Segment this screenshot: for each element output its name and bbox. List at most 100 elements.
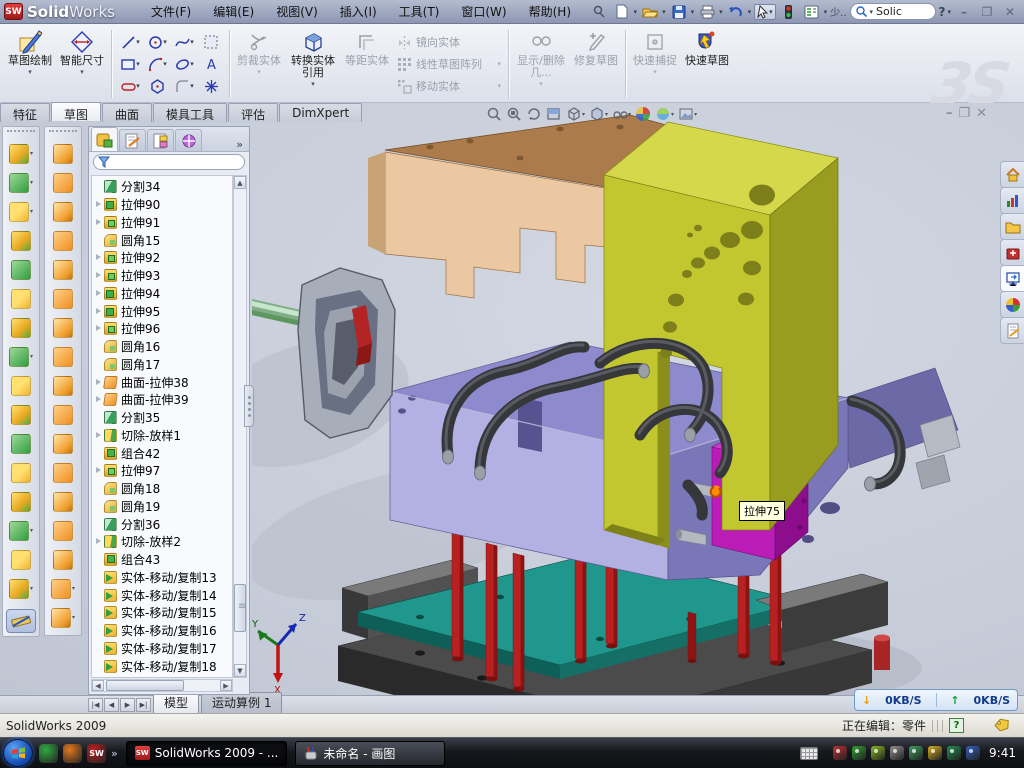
taskpane-resources-tab[interactable] [1000, 161, 1024, 188]
toolbar-drag-handle[interactable] [49, 130, 77, 136]
ribbon-tab-1[interactable]: 草图 [51, 102, 101, 121]
headsup-zoom-fit-button[interactable] [486, 106, 502, 122]
tree-item[interactable]: 实体-移动/复制15 [92, 604, 232, 622]
text-tool-icon[interactable]: A [198, 54, 224, 75]
quick-launch-messenger-icon[interactable] [39, 744, 58, 763]
scroll-right-icon[interactable]: ▶ [220, 680, 232, 691]
expand-arrow-icon[interactable] [94, 253, 103, 262]
tool-untrim-surface-button[interactable] [45, 487, 81, 516]
doc-minimize-icon[interactable]: – [946, 107, 953, 121]
tool-extruded-boss-button[interactable]: ▾ [3, 139, 39, 168]
tab-dimxpertmanager[interactable] [175, 129, 202, 151]
rectangle-tool-icon[interactable]: ▾ [117, 54, 143, 75]
taskbar-window-1[interactable]: 未命名 - 画图 [295, 741, 445, 766]
expand-arrow-icon[interactable] [94, 200, 103, 209]
doc-restore-icon[interactable]: ❐ [959, 107, 971, 121]
print-icon[interactable] [697, 2, 717, 21]
tool-knit-surface-button[interactable] [45, 545, 81, 574]
sketch-fillet-tool-icon[interactable]: ▾ [171, 76, 197, 97]
tree-item[interactable]: 实体-移动/复制13 [92, 569, 232, 587]
model-3d-view[interactable]: Y Z X [252, 103, 1024, 695]
headsup-view-orientation-button[interactable]: ▾ [566, 106, 585, 122]
taskpane-view-palette-tab[interactable] [1000, 265, 1024, 292]
tool-extruded-cut-button[interactable]: ▾ [3, 168, 39, 197]
repair-sketch-button[interactable]: 修复草图 [570, 26, 622, 102]
tool-thicken-button[interactable] [45, 516, 81, 545]
tool-boundary-surface-button[interactable] [45, 226, 81, 255]
status-help-button[interactable]: ? [949, 718, 964, 733]
last-tab-icon[interactable]: ▶| [136, 698, 151, 712]
tool-rib-button[interactable] [3, 400, 39, 429]
new-file-dropdown[interactable]: ▾ [634, 8, 638, 16]
scroll-left-icon[interactable]: ◀ [92, 680, 104, 691]
prev-tab-icon[interactable]: ◀ [104, 698, 119, 712]
tool-delete-face-button[interactable] [45, 371, 81, 400]
select-tool-button[interactable]: ▾ [754, 4, 776, 20]
move-entities-button[interactable]: 移动实体▾ [393, 76, 505, 96]
tool-lofted-boss-button[interactable] [3, 226, 39, 255]
point-tool-icon[interactable] [198, 76, 224, 97]
headsup-display-style-button[interactable]: ▾ [589, 106, 608, 122]
tab-featuremanager-tree[interactable] [91, 127, 118, 151]
expand-arrow-icon[interactable] [94, 537, 103, 546]
select-region-icon[interactable] [198, 32, 224, 53]
tool-trim-surface-button[interactable] [45, 458, 81, 487]
ribbon-tab-3[interactable]: 模具工具 [153, 103, 227, 122]
convert-entities-button[interactable]: 转换实体引用 ▾ [285, 26, 341, 102]
tree-item[interactable]: 实体-移动/复制17 [92, 640, 232, 658]
tray-alert-icon[interactable] [928, 746, 942, 760]
ribbon-tab-5[interactable]: DimXpert [279, 103, 362, 122]
tree-item[interactable]: 切除-放样2 [92, 533, 232, 551]
tool-mirror-button[interactable] [3, 371, 39, 400]
quick-snaps-button[interactable]: 快速捕捉 ▾ [629, 26, 681, 102]
graphics-area[interactable]: Y Z X ▾▾▾▾▾ – ❐ ✕ » [0, 103, 1024, 695]
linear-sketch-pattern-button[interactable]: 线性草图阵列▾ [393, 54, 505, 74]
scroll-down-icon[interactable]: ▼ [234, 664, 246, 677]
mirror-entities-button[interactable]: 镜向实体 [393, 32, 505, 52]
tree-item[interactable]: 分割36 [92, 515, 232, 533]
menu-item-3[interactable]: 插入(I) [330, 0, 387, 23]
smart-dimension-button[interactable]: 智能尺寸 ▾ [56, 26, 108, 102]
taskpane-design-library-tab[interactable] [1000, 187, 1024, 214]
headsup-apply-scene-button[interactable]: ▾ [655, 106, 674, 122]
scroll-up-icon[interactable]: ▲ [234, 176, 246, 189]
taskbar-window-0[interactable]: SWSolidWorks 2009 - ... [126, 741, 288, 766]
flyout-arrow-icon[interactable]: ▾ [30, 150, 33, 157]
circle-tool-icon[interactable]: ▾ [144, 32, 170, 53]
tray-shield-plus-icon[interactable] [947, 746, 961, 760]
quick-launch-solidworks-icon[interactable]: SW [87, 744, 106, 763]
tool-instant3d-button[interactable]: ▾ [3, 516, 39, 545]
tree-item[interactable]: 组合43 [92, 551, 232, 569]
tree-item[interactable]: 拉伸97 [92, 462, 232, 480]
next-tab-icon[interactable]: ▶ [120, 698, 135, 712]
panel-splitter-handle[interactable] [244, 385, 254, 427]
tree-horizontal-scrollbar[interactable]: ◀ ▶ [91, 679, 233, 692]
tree-item[interactable]: 拉伸91 [92, 214, 232, 232]
open-file-icon[interactable] [640, 2, 660, 21]
headsup-section-view-button[interactable] [546, 106, 562, 122]
tool-plane-button[interactable] [3, 545, 39, 574]
tool-filled-surface-button[interactable] [45, 255, 81, 284]
tree-item[interactable]: 拉伸92 [92, 249, 232, 267]
menu-item-1[interactable]: 编辑(E) [203, 0, 264, 23]
flyout-arrow-icon[interactable]: ▾ [30, 179, 33, 186]
tray-antivirus-icon[interactable] [833, 746, 847, 760]
tree-item[interactable]: 实体-移动/复制14 [92, 586, 232, 604]
tool-boundary-boss-button[interactable] [3, 255, 39, 284]
expand-arrow-icon[interactable] [94, 271, 103, 280]
display-delete-relations-button[interactable]: 显示/删除几... ▾ [512, 26, 570, 102]
expand-arrow-icon[interactable] [94, 307, 103, 316]
ribbon-tab-2[interactable]: 曲面 [102, 103, 152, 122]
tool-draft-button[interactable] [3, 429, 39, 458]
sketch-button[interactable]: 草图绘制 ▾ [4, 26, 56, 102]
help-button[interactable]: ? [939, 5, 946, 19]
doc-close-icon[interactable]: ✕ [976, 107, 987, 121]
menu-item-0[interactable]: 文件(F) [141, 0, 201, 23]
slot-tool-icon[interactable]: ▾ [117, 76, 143, 97]
tree-item[interactable]: 实体-移动/复制16 [92, 622, 232, 640]
doc-tab-1[interactable]: 运动算例 1 [201, 692, 282, 713]
headsup-hide-show-items-button[interactable]: ▾ [612, 106, 631, 122]
tag-icon[interactable] [994, 718, 1010, 734]
tool-extend-surface-button[interactable] [45, 429, 81, 458]
save-dropdown[interactable]: ▾ [691, 8, 695, 16]
